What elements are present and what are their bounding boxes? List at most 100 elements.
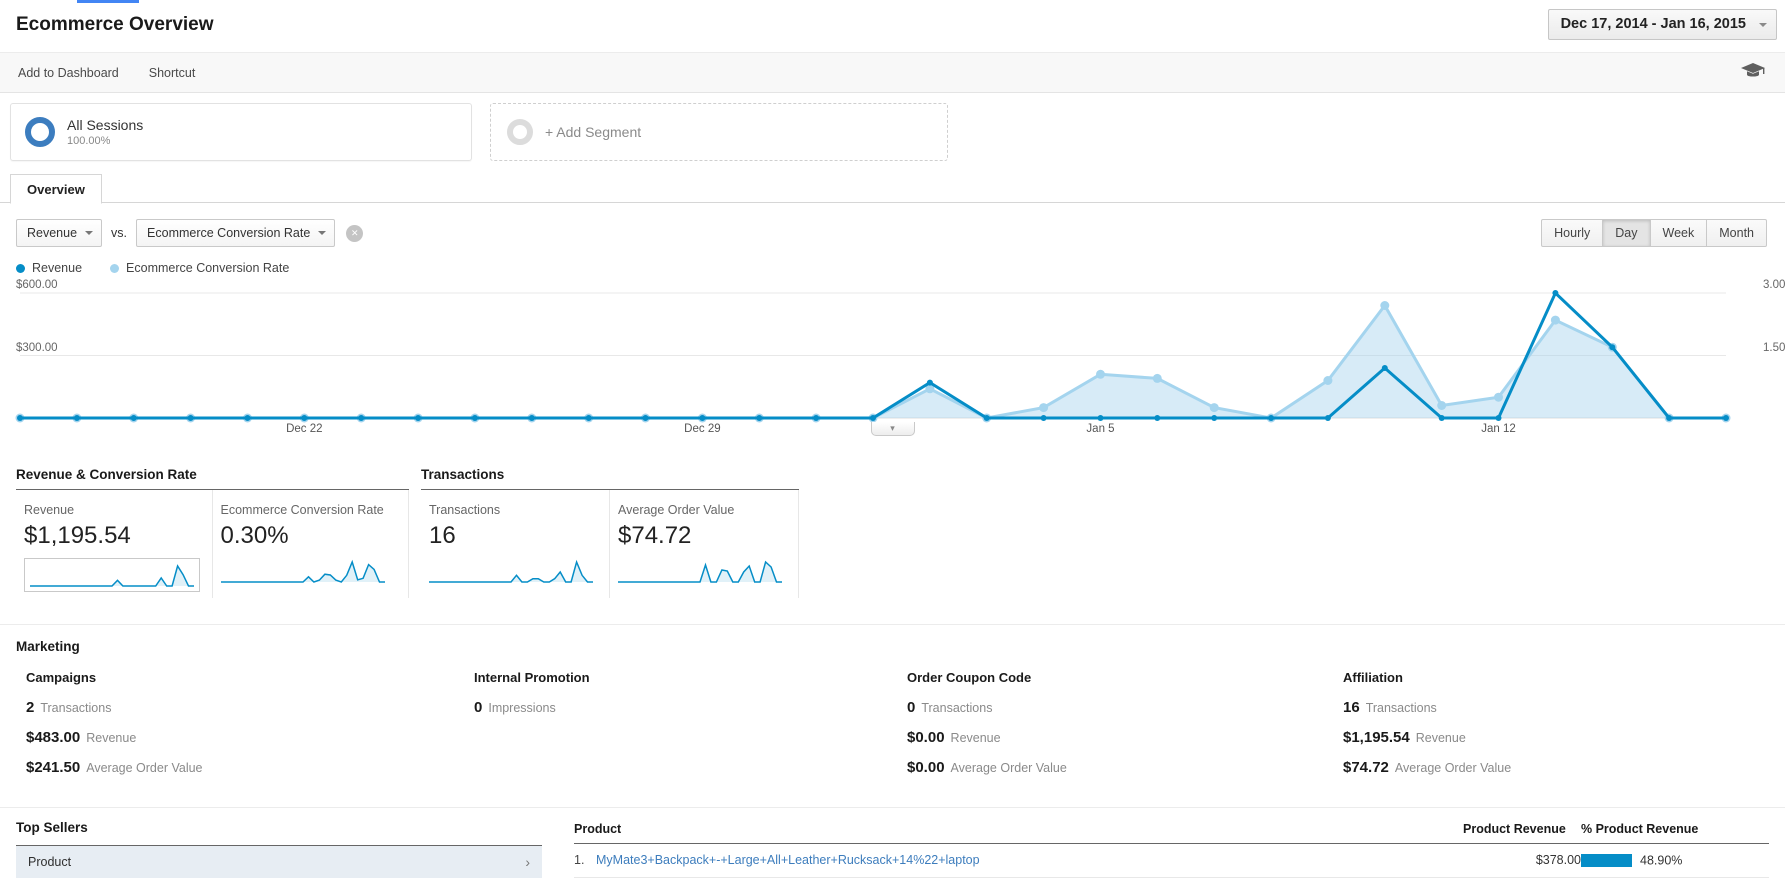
marketing-section: Marketing Campaigns 2 Transactions $483.0… [0, 624, 1785, 789]
top-blue-bar [77, 0, 139, 3]
granularity-hourly-button[interactable]: Hourly [1541, 219, 1604, 247]
metric-label: Average Order Value [618, 503, 735, 517]
page-title: Ecommerce Overview [16, 14, 214, 35]
stat-row: $0.00 Revenue [907, 729, 1001, 746]
stat-row: 0 Impressions [474, 699, 556, 716]
segment-percent: 100.00% [67, 135, 111, 147]
stat-row: 0 Transactions [907, 699, 993, 716]
stat-row: 16 Transactions [1343, 699, 1437, 716]
top-sellers-section: Top Sellers Product › Product Category (… [0, 807, 1785, 887]
metric-label: Revenue [24, 503, 75, 517]
marketing-column-affiliation: Affiliation 16 Transactions $1,195.54 Reve… [1333, 670, 1769, 789]
legend-label: Revenue [32, 261, 83, 275]
marketing-column-title: Internal Promotion [474, 670, 590, 685]
granularity-month-button[interactable]: Month [1707, 219, 1767, 247]
collapse-graph-handle[interactable]: ▾ [870, 422, 915, 436]
y-axis-right-label: 1.50 [1763, 342, 1785, 354]
y-axis-left-label: $300.00 [16, 342, 58, 354]
education-graduation-cap-icon[interactable] [1741, 63, 1765, 82]
marketing-column-title: Affiliation [1343, 670, 1403, 685]
granularity-button-group: Hourly Day Week Month [1541, 219, 1767, 247]
metric-card-transactions[interactable]: Transactions 16 [421, 490, 610, 598]
x-axis-label: Dec 22 [286, 423, 323, 435]
report-toolbar: Add to Dashboard Shortcut [0, 52, 1785, 93]
table-row: 2.Extra+Large+Leather+Hiking+Backpack%2C… [574, 877, 1769, 887]
date-range-label: Dec 17, 2014 - Jan 16, 2015 [1560, 16, 1746, 32]
add-segment-donut-icon [507, 119, 533, 145]
sparkline [429, 558, 593, 584]
conversion-series-dot-icon [110, 263, 120, 273]
add-segment-label: + Add Segment [545, 124, 642, 140]
primary-metric-dropdown[interactable]: Revenue [16, 219, 103, 247]
metric-card-revenue[interactable]: Revenue $1,195.54 [16, 490, 213, 598]
remove-metric-button[interactable]: ✕ [346, 224, 364, 242]
y-axis-left-label: $600.00 [16, 279, 58, 291]
marketing-column-campaigns: Campaigns 2 Transactions $483.00 Revenue $… [16, 670, 464, 789]
segment-bar: All Sessions 100.00% + Add Segment [0, 93, 1785, 173]
chevron-right-icon: › [525, 854, 530, 870]
x-axis-label: Dec 29 [684, 423, 721, 435]
metric-value: $74.72 [618, 522, 692, 549]
header-bar: Ecommerce Overview Dec 17, 2014 - Jan 16… [0, 0, 1785, 52]
secondary-metric-label: Ecommerce Conversion Rate [147, 226, 311, 240]
x-axis-label: Jan 5 [1086, 423, 1115, 435]
chart-canvas[interactable] [0, 283, 1785, 438]
chart-legend: Revenue Ecommerce Conversion Rate [0, 255, 1785, 277]
metric-label: Transactions [429, 503, 501, 517]
legend-item-revenue[interactable]: Revenue [16, 261, 82, 275]
shortcut-button[interactable]: Shortcut [149, 66, 196, 80]
score-group-revenue: Revenue & Conversion Rate Revenue $1,195… [16, 467, 409, 598]
chevron-down-icon [1759, 23, 1767, 31]
secondary-metric-dropdown[interactable]: Ecommerce Conversion Rate [136, 219, 336, 247]
y-axis-right-label: 3.00 [1763, 279, 1785, 291]
metric-card-conversion-rate[interactable]: Ecommerce Conversion Rate 0.30% [213, 490, 409, 598]
dimension-label: Product [28, 855, 72, 869]
col-header-product-revenue[interactable]: Product Revenue [1463, 820, 1581, 844]
metric-label: Ecommerce Conversion Rate [220, 503, 384, 517]
sparkline [30, 562, 194, 588]
segment-label: All Sessions [67, 117, 144, 133]
metric-value: $1,195.54 [24, 522, 131, 549]
metric-value: 0.30% [220, 522, 289, 549]
marketing-title: Marketing [16, 639, 80, 654]
stat-row: $483.00 Revenue [26, 729, 137, 746]
top-sellers-title: Top Sellers [16, 820, 88, 835]
row-rank: 1. [574, 853, 585, 868]
x-axis-label: Jan 12 [1481, 423, 1516, 435]
tab-overview[interactable]: Overview [10, 174, 102, 204]
metric-value: 16 [429, 522, 456, 549]
timeseries-chart[interactable]: $600.00 $300.00 3.00 1.50 Dec 22 Dec 29 Ja… [0, 279, 1785, 451]
col-header-product[interactable]: Product [574, 820, 1463, 844]
percent-revenue-label: 48.90% [1640, 853, 1683, 868]
metric-card-average-order-value[interactable]: Average Order Value $74.72 [610, 490, 799, 598]
marketing-column-title: Order Coupon Code [907, 670, 1032, 685]
date-range-picker[interactable]: Dec 17, 2014 - Jan 16, 2015 [1547, 9, 1777, 40]
legend-label: Ecommerce Conversion Rate [126, 261, 290, 275]
add-to-dashboard-button[interactable]: Add to Dashboard [18, 66, 119, 80]
revenue-series-dot-icon [16, 263, 25, 273]
stat-row: $74.72 Average Order Value [1343, 759, 1512, 776]
stat-row: $241.50 Average Order Value [26, 759, 203, 776]
dimension-list: Product › Product Category (Enhanced Eco… [16, 845, 542, 887]
primary-metric-label: Revenue [27, 226, 78, 240]
product-link[interactable]: MyMate3+Backpack+-+Large+All+Leather+Ruc… [596, 853, 980, 867]
stat-row: 2 Transactions [26, 699, 112, 716]
dimension-item-product[interactable]: Product › [16, 846, 542, 878]
sparkline [220, 558, 385, 584]
vs-label: vs. [111, 226, 128, 240]
granularity-day-button[interactable]: Day [1603, 219, 1651, 247]
top-sellers-table: Product Product Revenue % Product Revenu… [574, 820, 1769, 887]
dimension-item-product-category[interactable]: Product Category (Enhanced Ecommerce) [16, 878, 542, 887]
stat-row: $0.00 Average Order Value [907, 759, 1067, 776]
marketing-column-title: Campaigns [26, 670, 97, 685]
col-header-percent-product-revenue[interactable]: % Product Revenue [1581, 820, 1769, 844]
all-sessions-segment[interactable]: All Sessions 100.00% [10, 103, 472, 161]
legend-item-conversion-rate[interactable]: Ecommerce Conversion Rate [110, 261, 289, 275]
product-revenue-cell: $378.00 [1463, 843, 1581, 878]
percent-revenue-bar [1581, 854, 1632, 868]
table-row: 1. MyMate3+Backpack+-+Large+All+Leather+R… [574, 843, 1769, 878]
add-segment-button[interactable]: + Add Segment [490, 103, 948, 161]
score-group-title: Transactions [421, 467, 799, 490]
granularity-week-button[interactable]: Week [1650, 219, 1708, 247]
score-group-transactions: Transactions Transactions 16 Average Ord… [421, 467, 799, 598]
